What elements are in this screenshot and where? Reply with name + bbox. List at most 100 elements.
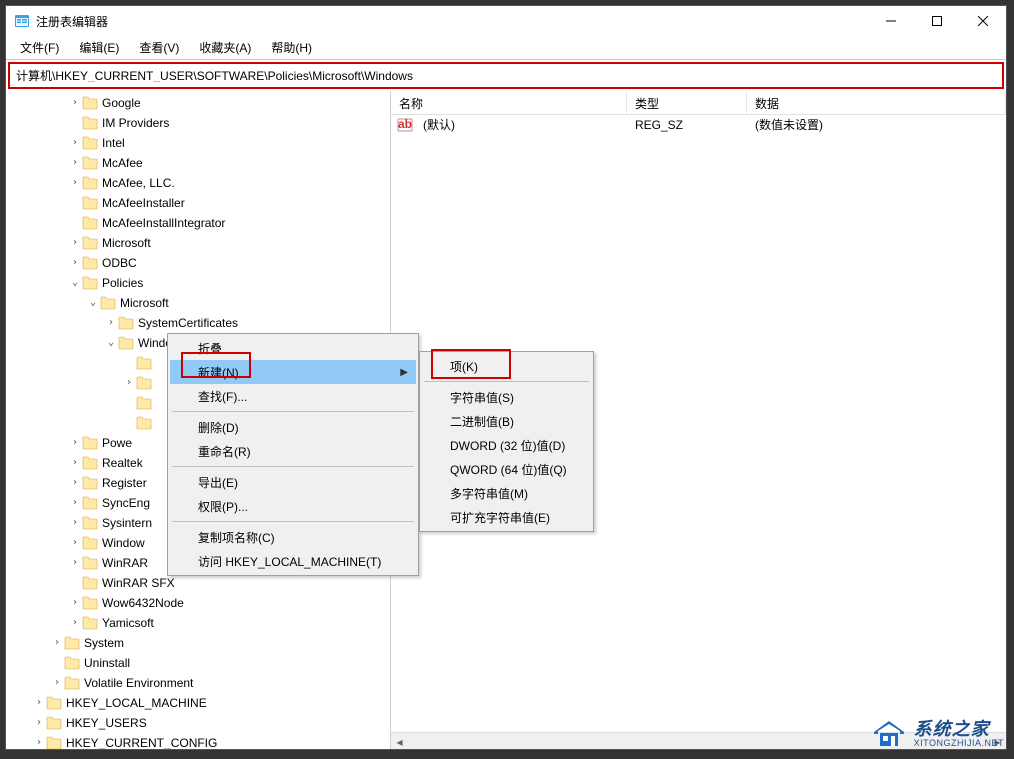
expand-icon[interactable]: › (68, 557, 82, 568)
col-name[interactable]: 名称 (391, 91, 627, 114)
tree-node[interactable]: › Wow6432Node (6, 593, 390, 613)
tree-node[interactable]: ›HKEY_LOCAL_MACHINE (6, 693, 390, 713)
menu-view[interactable]: 查看(V) (129, 37, 189, 58)
tree-node[interactable]: ›Volatile Environment (6, 673, 390, 693)
menu-file[interactable]: 文件(F) (10, 37, 69, 58)
col-data[interactable]: 数据 (747, 91, 1006, 114)
tree-node[interactable]: ›McAfee, LLC. (6, 173, 390, 193)
tree-node[interactable]: ›SystemCertificates (6, 313, 390, 333)
watermark-url: XITONGZHIJIA.NET (914, 739, 1004, 748)
tree-label: SyncEng (102, 496, 156, 510)
expand-icon[interactable]: › (32, 697, 46, 708)
tree-node[interactable]: Uninstall (6, 653, 390, 673)
tree-node[interactable]: ›HKEY_CURRENT_CONFIG (6, 733, 390, 750)
folder-icon (136, 376, 152, 390)
ctx-rename[interactable]: 重命名(R) (170, 439, 416, 463)
expand-icon[interactable]: › (68, 517, 82, 528)
expand-icon[interactable]: › (68, 477, 82, 488)
address-bar[interactable] (16, 68, 996, 82)
expand-icon[interactable]: › (68, 177, 82, 188)
tree-label: Google (102, 96, 147, 110)
separator (172, 521, 414, 522)
collapse-icon[interactable]: ⌄ (86, 297, 100, 308)
sub-key[interactable]: 项(K) (422, 354, 591, 378)
ctx-new[interactable]: 新建(N)▶ (170, 360, 416, 384)
tree-label: Wow6432Node (102, 596, 190, 610)
sub-expandstring[interactable]: 可扩充字符串值(E) (422, 505, 591, 529)
tree-label: WinRAR SFX (102, 576, 181, 590)
watermark-house-icon (870, 719, 908, 749)
sub-multistring[interactable]: 多字符串值(M) (422, 481, 591, 505)
expand-icon[interactable]: › (68, 457, 82, 468)
expand-icon[interactable]: › (122, 377, 136, 388)
collapse-icon[interactable]: ⌄ (104, 337, 118, 348)
collapse-icon[interactable]: ⌄ (68, 277, 82, 288)
tree-node[interactable]: ›Microsoft (6, 233, 390, 253)
cell-type: REG_SZ (627, 118, 747, 132)
tree-label: Powe (102, 436, 138, 450)
tree-node[interactable]: IM Providers (6, 113, 390, 133)
folder-icon (100, 296, 116, 310)
minimize-button[interactable] (868, 6, 914, 36)
sub-dword[interactable]: DWORD (32 位)值(D) (422, 433, 591, 457)
list-row[interactable]: ab (默认) REG_SZ (数值未设置) (391, 115, 1006, 135)
folder-icon (64, 656, 80, 670)
tree-node[interactable]: ›System (6, 633, 390, 653)
expand-icon[interactable]: › (68, 157, 82, 168)
tree-node[interactable]: ›HKEY_USERS (6, 713, 390, 733)
expand-icon[interactable]: › (68, 137, 82, 148)
expand-icon[interactable]: › (68, 437, 82, 448)
ctx-find[interactable]: 查找(F)... (170, 384, 416, 408)
folder-icon (82, 596, 98, 610)
tree-node[interactable]: › Intel (6, 133, 390, 153)
folder-icon (82, 96, 98, 110)
expand-icon[interactable]: › (104, 317, 118, 328)
sub-qword[interactable]: QWORD (64 位)值(Q) (422, 457, 591, 481)
expand-icon[interactable]: › (68, 597, 82, 608)
separator (172, 466, 414, 467)
expand-icon[interactable]: › (68, 257, 82, 268)
expand-icon[interactable]: › (68, 537, 82, 548)
expand-icon[interactable]: › (32, 737, 46, 748)
tree-node[interactable]: ›Yamicsoft (6, 613, 390, 633)
ctx-goto-hklm[interactable]: 访问 HKEY_LOCAL_MACHINE(T) (170, 549, 416, 573)
expand-icon[interactable]: › (68, 97, 82, 108)
folder-icon (82, 256, 98, 270)
ctx-collapse[interactable]: 折叠 (170, 336, 416, 360)
tree-node[interactable]: ⌄Policies (6, 273, 390, 293)
address-bar-highlight (8, 62, 1004, 89)
tree-node[interactable]: ›McAfee (6, 153, 390, 173)
expand-icon[interactable]: › (32, 717, 46, 728)
folder-icon (118, 336, 134, 350)
tree-node[interactable]: › Google (6, 93, 390, 113)
ctx-copy-key-name[interactable]: 复制项名称(C) (170, 525, 416, 549)
close-button[interactable] (960, 6, 1006, 36)
sub-binary[interactable]: 二进制值(B) (422, 409, 591, 433)
tree-node[interactable]: ⌄Microsoft (6, 293, 390, 313)
sub-string[interactable]: 字符串值(S) (422, 385, 591, 409)
expand-icon[interactable]: › (68, 617, 82, 628)
tree-label: Sysintern (102, 516, 158, 530)
expand-icon[interactable]: › (50, 677, 64, 688)
ctx-export[interactable]: 导出(E) (170, 470, 416, 494)
cell-name: (默认) (415, 116, 627, 133)
tree-label: Intel (102, 136, 131, 150)
ctx-permissions[interactable]: 权限(P)... (170, 494, 416, 518)
folder-icon (82, 236, 98, 250)
expand-icon[interactable]: › (68, 237, 82, 248)
scroll-left-icon[interactable]: ◂ (391, 733, 408, 749)
col-type[interactable]: 类型 (627, 91, 747, 114)
window-title: 注册表编辑器 (36, 13, 868, 30)
menu-favorites[interactable]: 收藏夹(A) (189, 37, 261, 58)
titlebar[interactable]: 注册表编辑器 (6, 6, 1006, 36)
expand-icon[interactable]: › (50, 637, 64, 648)
menu-help[interactable]: 帮助(H) (261, 37, 322, 58)
folder-icon (64, 676, 80, 690)
tree-node[interactable]: McAfeeInstaller (6, 193, 390, 213)
ctx-delete[interactable]: 删除(D) (170, 415, 416, 439)
expand-icon[interactable]: › (68, 497, 82, 508)
tree-node[interactable]: ›ODBC (6, 253, 390, 273)
menu-edit[interactable]: 编辑(E) (69, 37, 129, 58)
tree-node[interactable]: McAfeeInstallIntegrator (6, 213, 390, 233)
maximize-button[interactable] (914, 6, 960, 36)
